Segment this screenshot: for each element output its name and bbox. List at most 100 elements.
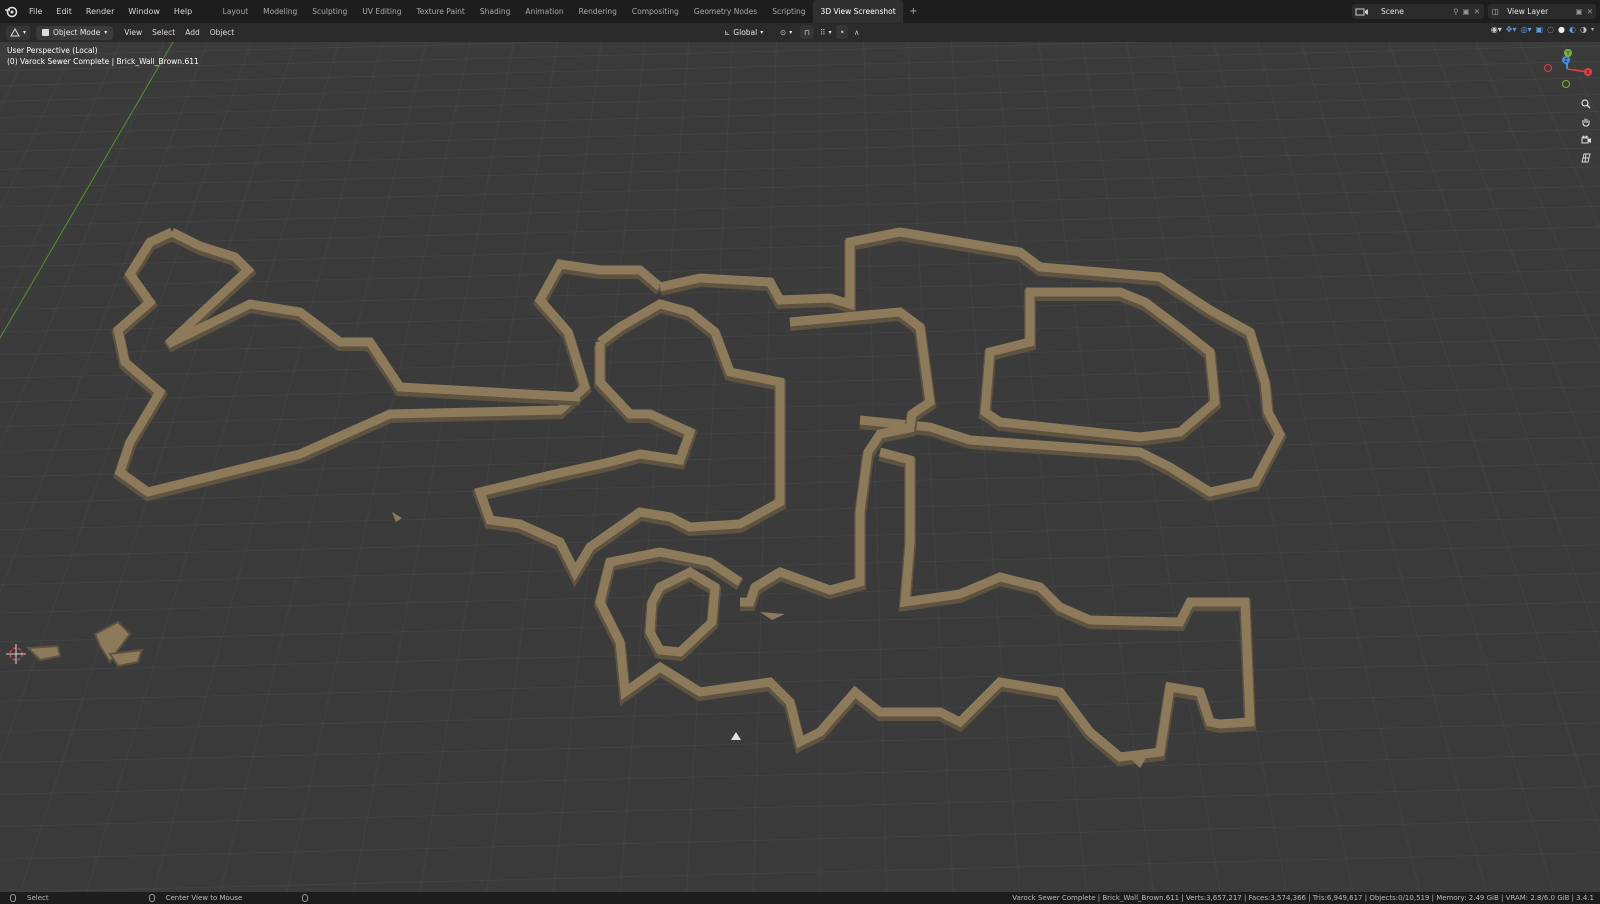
status-select-label: Select <box>27 894 49 902</box>
view-layer-name: View Layer <box>1507 7 1549 16</box>
sewer-prop-fragment[interactable] <box>392 512 402 522</box>
status-left-action: Select <box>10 894 49 902</box>
copy-scene-icon[interactable]: ▣ <box>1463 7 1470 16</box>
grid-line <box>0 45 1600 86</box>
close-scene-icon[interactable]: ✕ <box>1474 7 1480 16</box>
sewer-prop-fragment[interactable] <box>25 644 62 662</box>
editor-type-dropdown[interactable]: ▾ <box>6 25 31 40</box>
menu-edit[interactable]: Edit <box>49 0 79 23</box>
wall-segment[interactable] <box>980 287 1220 442</box>
snap-toggle[interactable]: ⊓ <box>800 25 814 39</box>
menu-view[interactable]: View <box>119 28 147 37</box>
wall-shadow <box>978 289 1222 447</box>
grid-line <box>994 42 1087 892</box>
3d-cursor-icon[interactable] <box>6 644 26 664</box>
gizmo-neg-x-icon[interactable] <box>1544 64 1552 72</box>
tab-layout[interactable]: Layout <box>215 0 256 23</box>
close-view-layer-icon[interactable]: ✕ <box>1587 7 1593 16</box>
tab-animation[interactable]: Animation <box>518 0 571 23</box>
tab-compositing[interactable]: Compositing <box>624 0 686 23</box>
scene-name: Scene <box>1381 7 1404 16</box>
tab-texture-paint[interactable]: Texture Paint <box>409 0 472 23</box>
ortho-grid-icon[interactable] <box>1578 150 1594 166</box>
sewer-prop-fragment[interactable] <box>760 612 785 620</box>
scene-icon <box>1355 8 1368 15</box>
grid-line <box>976 42 1600 892</box>
menu-object[interactable]: Object <box>205 28 239 37</box>
scene-canvas[interactable] <box>0 42 1600 892</box>
pivot-point-dropdown[interactable]: ⊙ ▾ <box>776 25 796 39</box>
copy-view-layer-icon[interactable]: ▣ <box>1576 7 1583 16</box>
view-layer-selector[interactable]: ◫ View Layer ▣ ✕ <box>1488 4 1596 19</box>
wireframe-shading-icon[interactable]: ◌ <box>1547 25 1554 34</box>
grid-line <box>994 42 1600 892</box>
camera-view-icon[interactable] <box>1578 132 1594 148</box>
tab-sculpting[interactable]: Sculpting <box>305 0 355 23</box>
visibility-icon[interactable]: ◉▾ <box>1491 25 1502 34</box>
grid-line <box>0 129 1600 170</box>
shading-options-chevron-icon[interactable]: ▾ <box>1591 26 1594 33</box>
tab-shading[interactable]: Shading <box>472 0 517 23</box>
pin-icon[interactable]: ⚲ <box>1453 7 1459 16</box>
perspective-label: User Perspective (Local) <box>7 46 98 55</box>
menu-render[interactable]: Render <box>79 0 121 23</box>
pan-hand-icon[interactable] <box>1578 114 1594 130</box>
mouse-middle-icon <box>148 894 155 902</box>
grid-line <box>686 42 733 892</box>
tab-uv-editing[interactable]: UV Editing <box>355 0 409 23</box>
menu-file[interactable]: File <box>22 0 49 23</box>
editor-type-icon <box>10 28 20 37</box>
grid-line <box>0 166 1600 208</box>
tab-geometry-nodes[interactable]: Geometry Nodes <box>686 0 764 23</box>
transform-orientation-dropdown[interactable]: ⊾ Global ▾ <box>720 25 767 39</box>
proportional-edit-toggle[interactable]: • <box>836 25 849 39</box>
scene-statistics: Varock Sewer Complete | Brick_Wall_Brown… <box>1012 894 1594 902</box>
sewer-prop-fragment[interactable] <box>108 648 144 668</box>
tab-scripting[interactable]: Scripting <box>765 0 813 23</box>
menu-window[interactable]: Window <box>121 0 167 23</box>
top-bar: File Edit Render Window Help Layout Mode… <box>0 0 1600 23</box>
wall-segment[interactable] <box>113 227 663 497</box>
menu-select[interactable]: Select <box>147 28 180 37</box>
chevron-down-icon: ▾ <box>23 29 27 36</box>
tab-modeling[interactable]: Modeling <box>256 0 305 23</box>
grid-line <box>0 42 1155 71</box>
zoom-icon[interactable] <box>1578 96 1594 112</box>
navigation-gizmo[interactable]: Y X Z <box>1536 44 1600 94</box>
grid-line <box>1108 42 1600 892</box>
grid-line <box>958 42 1600 892</box>
grid-line <box>0 411 1600 452</box>
gizmo-neg-y-icon[interactable] <box>1562 80 1570 88</box>
wall-shadow <box>472 300 786 588</box>
falloff-dropdown[interactable]: ∧ <box>850 25 864 39</box>
snap-target-dropdown[interactable]: ⠿ ▾ <box>816 25 836 39</box>
scene-selector[interactable]: Scene ⚲ ▣ ✕ <box>1352 4 1484 19</box>
tab-rendering[interactable]: Rendering <box>571 0 624 23</box>
mouse-left-icon <box>10 894 16 902</box>
grid-line <box>1006 42 1600 892</box>
viewport-3d[interactable]: User Perspective (Local) (0) Varock Sewe… <box>0 42 1600 892</box>
grid-line <box>0 42 574 892</box>
grid-line <box>0 111 1600 152</box>
grid-line <box>1024 42 1600 892</box>
grid-line <box>1174 42 1600 892</box>
tab-3d-view-screenshot[interactable]: 3D View Screenshot <box>813 0 904 23</box>
overlay-toggle-icon[interactable]: ◎▾ <box>1520 25 1531 34</box>
grid-line <box>0 42 252 761</box>
gizmo-toggle-icon[interactable]: ✥▾ <box>1506 25 1517 34</box>
grid-line <box>1000 42 1600 892</box>
grid-line <box>1038 42 1154 892</box>
xray-toggle-icon[interactable]: ▣ <box>1535 25 1543 34</box>
menu-help[interactable]: Help <box>167 0 199 23</box>
rendered-shading-icon[interactable]: ◑ <box>1580 25 1587 34</box>
menu-add[interactable]: Add <box>180 28 205 37</box>
grid-line <box>0 42 664 892</box>
light-object-icon[interactable] <box>731 732 741 740</box>
blender-logo-icon[interactable] <box>0 0 22 23</box>
solid-shading-icon[interactable]: ● <box>1558 25 1565 34</box>
grid-line <box>0 631 1600 672</box>
add-workspace-icon[interactable]: + <box>903 6 923 17</box>
material-shading-icon[interactable]: ◐ <box>1569 25 1576 34</box>
object-mode-dropdown[interactable]: Object Mode ▾ <box>36 25 114 40</box>
grid-line <box>1156 42 1600 892</box>
